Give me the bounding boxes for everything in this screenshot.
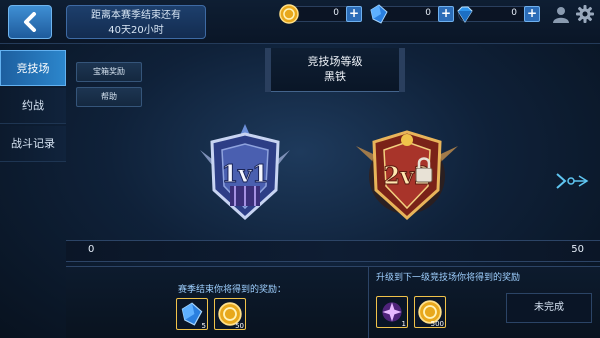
badge-1v1[interactable]: 1v1 [190,120,300,230]
help-button[interactable]: 帮助 [76,87,142,107]
arena-progress-bar: 0 50 [66,240,600,262]
countdown-time: 40天20小时 [108,25,164,36]
gold-value: 0 [333,8,339,18]
next-level-reward-title: 升级到下一级竞技场你将得到的奖励 [376,273,521,283]
sidebar-item-battle-log[interactable]: 战斗记录 [0,126,66,162]
badge-2v2[interactable]: 2v2 [352,120,462,230]
gold-coin-icon [279,4,299,24]
chevron-left-icon [24,12,36,32]
badge-1v1-label: 1v1 [221,159,268,188]
gear-icon[interactable] [576,5,594,23]
reward-count: 50 [235,322,244,330]
progress-min-label: 0 [88,244,95,255]
reward-count: 1 [401,320,406,328]
season-countdown: 距离本赛季结束还有 40天20小时 [66,5,206,39]
crystal-currency: 0 + [370,4,454,24]
arena-level-panel: 竞技场等级 黑铁 [265,48,405,92]
crystal-value: 0 [425,8,431,18]
next-reward-star: 1 [376,296,408,328]
rewards-divider [368,266,369,338]
sidebar-item-match[interactable]: 约战 [0,88,66,124]
next-arrow-icon[interactable] [555,170,589,192]
add-crystal-button[interactable]: + [438,6,454,22]
reward-count: 5 [201,322,206,330]
season-reward-gold: 50 [214,298,246,330]
arena-level-name: 黑铁 [324,70,346,83]
top-bar: 距离本赛季结束还有 40天20小时 0 + 0 + 0 + [0,0,600,44]
user-icon[interactable] [552,5,570,23]
crystal-icon [370,4,388,24]
countdown-label: 距离本赛季结束还有 [91,10,181,21]
arena-level-title: 竞技场等级 [307,55,363,68]
diamond-value: 0 [511,8,517,18]
crystal-icon [181,302,203,326]
back-button[interactable] [8,5,52,39]
season-reward-crystal: 5 [176,298,208,330]
chest-reward-button[interactable]: 宝箱奖励 [76,62,142,82]
status-incomplete: 未完成 [506,293,592,323]
gold-currency: 0 + [279,4,362,24]
season-reward-title: 赛季结束你将得到的奖励： [178,285,287,295]
progress-max-label: 50 [571,244,584,255]
sidebar-item-arena[interactable]: 竞技场 [0,50,66,86]
add-diamond-button[interactable]: + [524,6,540,22]
diamond-currency: 0 + [457,6,540,23]
purple-star-icon [382,302,402,322]
add-gold-button[interactable]: + [346,6,362,22]
sidebar: 竞技场 约战 战斗记录 [0,50,66,338]
diamond-icon [457,6,473,23]
reward-count: 500 [430,320,444,328]
next-reward-gold: 500 [414,296,446,328]
